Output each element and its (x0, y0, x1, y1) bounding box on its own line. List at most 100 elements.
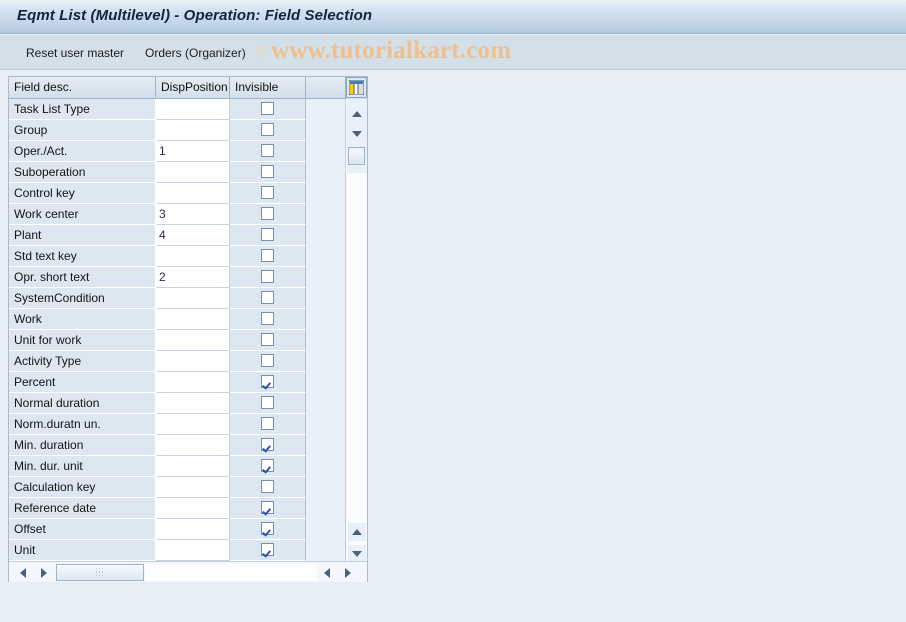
invisible-checkbox[interactable] (261, 165, 274, 178)
scroll-right-icon[interactable] (35, 564, 53, 581)
cell-disp-position[interactable] (156, 372, 230, 393)
invisible-checkbox[interactable] (261, 375, 274, 388)
table-row[interactable]: Unit (9, 540, 306, 561)
cell-field-desc[interactable]: Reference date (9, 498, 156, 519)
cell-field-desc[interactable]: Group (9, 120, 156, 141)
cell-field-desc[interactable]: Calculation key (9, 477, 156, 498)
cell-field-desc[interactable]: Percent (9, 372, 156, 393)
table-columns-icon[interactable] (346, 77, 367, 98)
table-row[interactable]: Percent (9, 372, 306, 393)
invisible-checkbox[interactable] (261, 249, 274, 262)
reset-user-master-button[interactable]: Reset user master (22, 44, 128, 62)
table-row[interactable]: Normal duration (9, 393, 306, 414)
invisible-checkbox[interactable] (261, 459, 274, 472)
invisible-checkbox[interactable] (261, 228, 274, 241)
cell-disp-position[interactable]: 4 (156, 225, 230, 246)
table-row[interactable]: Group (9, 120, 306, 141)
cell-field-desc[interactable]: Oper./Act. (9, 141, 156, 162)
cell-field-desc[interactable]: Normal duration (9, 393, 156, 414)
invisible-checkbox[interactable] (261, 543, 274, 556)
table-row[interactable]: Opr. short text 2 (9, 267, 306, 288)
cell-field-desc[interactable]: Task List Type (9, 99, 156, 120)
cell-disp-position[interactable] (156, 414, 230, 435)
invisible-checkbox[interactable] (261, 144, 274, 157)
table-row[interactable]: Offset (9, 519, 306, 540)
table-row[interactable]: Work center 3 (9, 204, 306, 225)
cell-field-desc[interactable]: Min. dur. unit (9, 456, 156, 477)
invisible-checkbox[interactable] (261, 417, 274, 430)
invisible-checkbox[interactable] (261, 333, 274, 346)
cell-field-desc[interactable]: Unit (9, 540, 156, 561)
cell-disp-position[interactable] (156, 477, 230, 498)
invisible-checkbox[interactable] (261, 480, 274, 493)
invisible-checkbox[interactable] (261, 501, 274, 514)
horizontal-scrollbar-track[interactable] (145, 564, 317, 581)
invisible-checkbox[interactable] (261, 102, 274, 115)
table-row[interactable]: Norm.duratn un. (9, 414, 306, 435)
cell-field-desc[interactable]: Norm.duratn un. (9, 414, 156, 435)
column-header-invisible[interactable]: Invisible (230, 77, 306, 99)
table-row[interactable]: Plant 4 (9, 225, 306, 246)
table-row[interactable]: Suboperation (9, 162, 306, 183)
table-row[interactable]: Reference date (9, 498, 306, 519)
column-header-field-desc[interactable]: Field desc. (9, 77, 156, 99)
column-header-disp-position[interactable]: DispPosition (156, 77, 230, 99)
cell-field-desc[interactable]: Activity Type (9, 351, 156, 372)
table-row[interactable]: Calculation key (9, 477, 306, 498)
table-row[interactable]: SystemCondition (9, 288, 306, 309)
cell-disp-position[interactable] (156, 288, 230, 309)
cell-field-desc[interactable]: Plant (9, 225, 156, 246)
cell-disp-position[interactable] (156, 456, 230, 477)
cell-field-desc[interactable]: Control key (9, 183, 156, 204)
scroll-up-icon[interactable] (348, 105, 366, 123)
table-row[interactable]: Std text key (9, 246, 306, 267)
table-row[interactable]: Control key (9, 183, 306, 204)
cell-field-desc[interactable]: Opr. short text (9, 267, 156, 288)
cell-field-desc[interactable]: Work (9, 309, 156, 330)
scroll-left-icon-right[interactable] (319, 564, 337, 581)
cell-field-desc[interactable]: Offset (9, 519, 156, 540)
cell-field-desc[interactable]: Min. duration (9, 435, 156, 456)
table-row[interactable]: Activity Type (9, 351, 306, 372)
table-row[interactable]: Min. duration (9, 435, 306, 456)
invisible-checkbox[interactable] (261, 270, 274, 283)
invisible-checkbox[interactable] (261, 396, 274, 409)
invisible-checkbox[interactable] (261, 123, 274, 136)
cell-disp-position[interactable] (156, 246, 230, 267)
cell-disp-position[interactable]: 2 (156, 267, 230, 288)
horizontal-scrollbar[interactable]: :::::: (9, 561, 367, 582)
cell-disp-position[interactable] (156, 120, 230, 141)
horizontal-scrollbar-thumb[interactable]: :::::: (56, 564, 144, 581)
cell-field-desc[interactable]: SystemCondition (9, 288, 156, 309)
scroll-down-icon[interactable] (348, 125, 366, 143)
cell-disp-position[interactable] (156, 183, 230, 204)
orders-organizer-button[interactable]: Orders (Organizer) (141, 44, 250, 62)
scroll-up-icon-bottom[interactable] (348, 523, 366, 541)
invisible-checkbox[interactable] (261, 312, 274, 325)
cell-field-desc[interactable]: Std text key (9, 246, 156, 267)
vertical-scrollbar[interactable] (347, 99, 367, 563)
invisible-checkbox[interactable] (261, 291, 274, 304)
cell-disp-position[interactable] (156, 330, 230, 351)
cell-disp-position[interactable] (156, 393, 230, 414)
cell-field-desc[interactable]: Work center (9, 204, 156, 225)
cell-disp-position[interactable] (156, 99, 230, 120)
cell-field-desc[interactable]: Suboperation (9, 162, 156, 183)
cell-disp-position[interactable] (156, 435, 230, 456)
table-row[interactable]: Work (9, 309, 306, 330)
table-row[interactable]: Task List Type (9, 99, 306, 120)
cell-disp-position[interactable] (156, 351, 230, 372)
table-row[interactable]: Unit for work (9, 330, 306, 351)
table-row[interactable]: Min. dur. unit (9, 456, 306, 477)
vertical-scrollbar-thumb[interactable] (348, 147, 365, 165)
cell-disp-position[interactable] (156, 309, 230, 330)
cell-disp-position[interactable] (156, 540, 230, 561)
cell-disp-position[interactable] (156, 162, 230, 183)
scroll-right-icon-right[interactable] (339, 564, 357, 581)
scroll-left-icon[interactable] (15, 564, 33, 581)
table-row[interactable]: Oper./Act. 1 (9, 141, 306, 162)
invisible-checkbox[interactable] (261, 207, 274, 220)
invisible-checkbox[interactable] (261, 186, 274, 199)
cell-disp-position[interactable]: 1 (156, 141, 230, 162)
invisible-checkbox[interactable] (261, 354, 274, 367)
